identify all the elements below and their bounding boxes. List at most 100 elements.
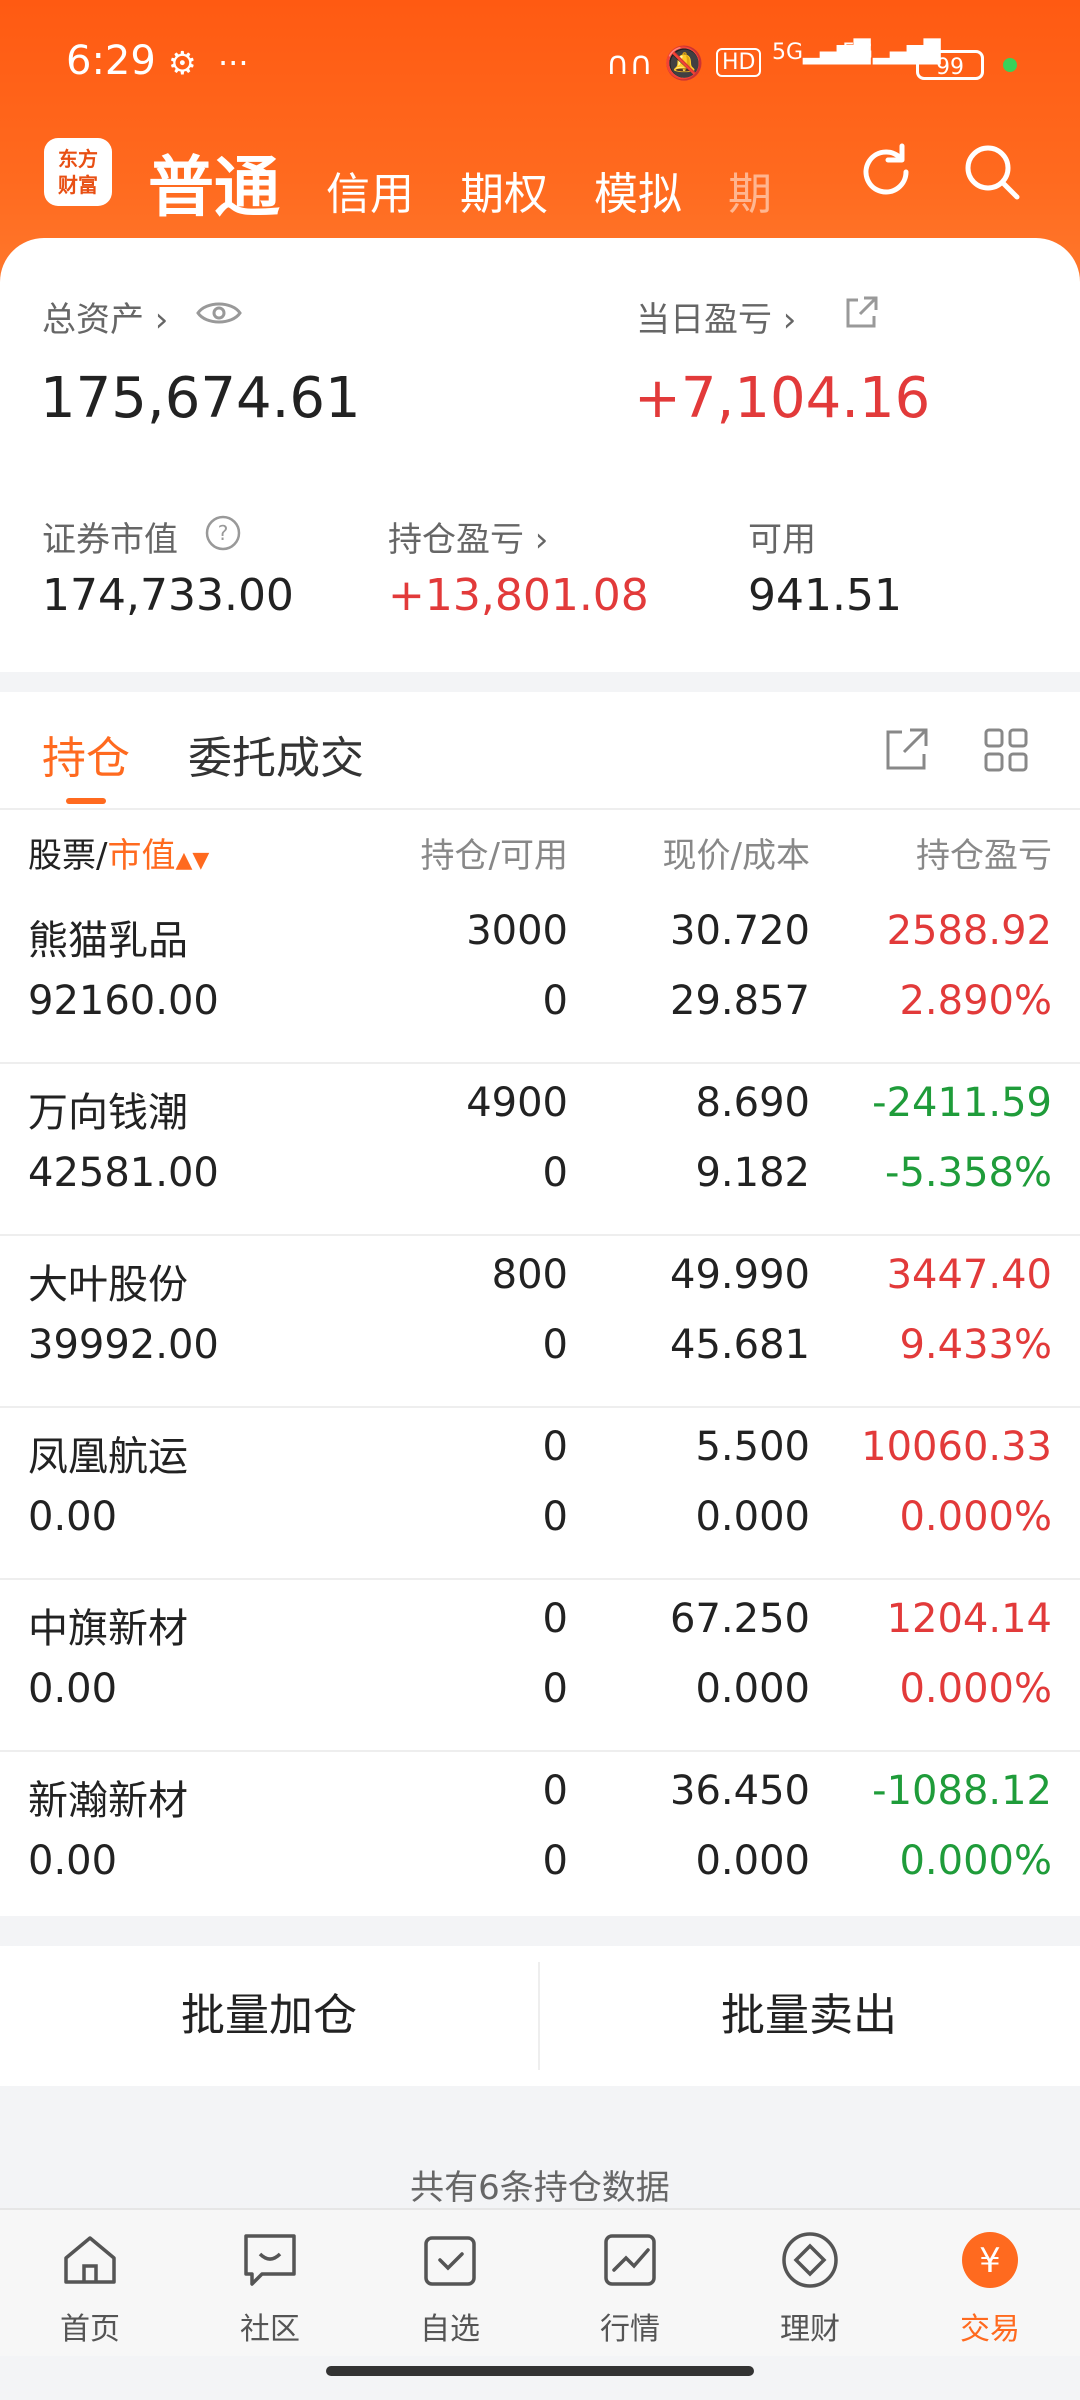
status-time: 6:29	[66, 38, 156, 84]
table-row[interactable]: 凤凰航运 0.00 0 0 5.500 0.000 10060.33 0.000%	[0, 1408, 1080, 1580]
tab-futures[interactable]: 期	[728, 158, 772, 222]
position-pnl-link[interactable]: 持仓盈亏 ›	[388, 512, 548, 561]
table-row[interactable]: 新瀚新材 0.00 0 0 36.450 0.000 -1088.12 0.000%	[0, 1752, 1080, 1922]
stock-holding: 0	[542, 1596, 568, 1642]
stock-pnl-percent: 0.000%	[899, 1494, 1052, 1540]
stock-market-value: 0.00	[28, 1838, 118, 1884]
batch-actions: 批量加仓 批量卖出	[0, 1946, 1080, 2086]
help-icon[interactable]: ?	[204, 514, 242, 552]
daily-pnl-value: +7,104.16	[634, 366, 931, 431]
stock-pnl-percent: -5.358%	[885, 1150, 1052, 1196]
stock-available: 0	[542, 1838, 568, 1884]
share-icon[interactable]	[842, 294, 880, 332]
available-value: 941.51	[748, 570, 902, 621]
watchlist-icon	[424, 2236, 476, 2286]
stock-available: 0	[542, 1666, 568, 1712]
stock-available: 0	[542, 1322, 568, 1368]
table-row[interactable]: 熊猫乳品 92160.00 3000 0 30.720 29.857 2588.92 2.89…	[0, 892, 1080, 1064]
stock-price: 5.500	[695, 1424, 810, 1470]
table-row[interactable]: 万向钱潮 42581.00 4900 0 8.690 9.182 -2411.59 -5.35…	[0, 1064, 1080, 1236]
home-icon	[64, 2236, 116, 2284]
tab-credit[interactable]: 信用	[326, 158, 414, 222]
diamond-icon	[782, 2232, 838, 2288]
stock-pnl: 10060.33	[861, 1424, 1052, 1470]
available-label: 可用	[748, 520, 816, 560]
nav-wealth[interactable]: 理财	[720, 2228, 900, 2348]
stock-cost: 0.000	[695, 1666, 810, 1712]
home-indicator[interactable]	[326, 2366, 754, 2376]
stock-pnl-percent: 2.890%	[899, 978, 1052, 1024]
stock-market-value: 42581.00	[28, 1150, 219, 1196]
stock-cost: 45.681	[670, 1322, 810, 1368]
total-assets-link[interactable]: 总资产 ›	[42, 292, 168, 341]
stock-pnl: 1204.14	[886, 1596, 1052, 1642]
trade-icon: ¥	[962, 2232, 1018, 2288]
top-nav: 东方 财富 普通 信用 期权 模拟 期	[0, 120, 1080, 240]
stock-price: 49.990	[670, 1252, 810, 1298]
app-notification-icon: ⚙	[168, 44, 197, 82]
holdings-count: 共有6条持仓数据	[410, 2168, 670, 2208]
holdings-list: 熊猫乳品 92160.00 3000 0 30.720 29.857 2588.92 2.89…	[0, 892, 1080, 1922]
stock-holding: 800	[491, 1252, 568, 1298]
stock-market-value: 0.00	[28, 1494, 118, 1540]
tab-orders[interactable]: 委托成交	[188, 722, 364, 786]
nav-watchlist[interactable]: 自选	[360, 2228, 540, 2348]
stock-pnl: 3447.40	[886, 1252, 1052, 1298]
market-value: 174,733.00	[42, 570, 294, 621]
holdings-tabs: 持仓 委托成交	[0, 692, 1080, 810]
col-pnl: 持仓盈亏	[916, 836, 1052, 876]
stock-market-value: 92160.00	[28, 978, 219, 1024]
more-notifications-icon: ···	[218, 44, 249, 82]
stock-available: 0	[542, 978, 568, 1024]
stock-pnl-percent: 0.000%	[899, 1666, 1052, 1712]
stock-price: 36.450	[670, 1768, 810, 1814]
stock-available: 0	[542, 1150, 568, 1196]
stock-name: 凤凰航运	[28, 1434, 188, 1480]
stock-name: 中旗新材	[28, 1606, 188, 1652]
stock-price: 30.720	[670, 908, 810, 954]
export-icon[interactable]	[882, 726, 930, 774]
tab-positions[interactable]: 持仓	[42, 722, 130, 786]
stock-name: 新瀚新材	[28, 1778, 188, 1824]
stock-available: 0	[542, 1494, 568, 1540]
stock-holding: 0	[542, 1424, 568, 1470]
stock-name: 万向钱潮	[28, 1090, 188, 1136]
nav-community[interactable]: 社区	[180, 2228, 360, 2348]
svg-text:?: ?	[218, 521, 229, 545]
col-holdings: 持仓/可用	[420, 836, 568, 876]
eye-icon[interactable]	[196, 298, 242, 328]
app-logo: 东方 财富	[44, 138, 112, 206]
table-row[interactable]: 大叶股份 39992.00 800 0 49.990 45.681 3447.40 9.433…	[0, 1236, 1080, 1408]
privacy-indicator	[1003, 58, 1017, 72]
daily-pnl-link[interactable]: 当日盈亏 ›	[636, 292, 796, 341]
sort-arrow-icon[interactable]: ▲▼	[175, 848, 209, 873]
stock-cost: 29.857	[670, 978, 810, 1024]
batch-add-button[interactable]: 批量加仓	[0, 1946, 538, 2086]
earbuds-icon: ∩∩	[606, 44, 653, 82]
grid-view-icon[interactable]	[982, 726, 1030, 774]
stock-market-value: 39992.00	[28, 1322, 219, 1368]
stock-holding: 4900	[466, 1080, 568, 1126]
nav-market[interactable]: 行情	[540, 2228, 720, 2348]
holdings-panel: 持仓 委托成交 股票/市值▲▼ 持仓/可用 现价/成本 持仓盈亏 熊猫乳品 921…	[0, 692, 1080, 1916]
nav-home[interactable]: 首页	[0, 2228, 180, 2348]
mute-bell-icon: 🔕	[664, 44, 704, 82]
sort-market-value[interactable]: 市值	[107, 836, 175, 876]
stock-cost: 9.182	[695, 1150, 810, 1196]
search-icon[interactable]	[960, 140, 1024, 204]
stock-pnl-percent: 0.000%	[899, 1838, 1052, 1884]
table-row[interactable]: 中旗新材 0.00 0 0 67.250 0.000 1204.14 0.000%	[0, 1580, 1080, 1752]
nav-trade[interactable]: ¥ 交易	[900, 2228, 1080, 2348]
batch-sell-button[interactable]: 批量卖出	[540, 1946, 1078, 2086]
stock-market-value: 0.00	[28, 1666, 118, 1712]
stock-pnl-percent: 9.433%	[899, 1322, 1052, 1368]
tab-options[interactable]: 期权	[460, 158, 548, 222]
chart-line-icon	[604, 2234, 656, 2286]
status-bar: 6:29 ⚙ ··· ∩∩ 🔕 HD 5G▂▄▆█ 5G▂▄▆█ 99	[0, 0, 1080, 130]
stock-holding: 0	[542, 1768, 568, 1814]
battery-icon: 99	[916, 50, 984, 80]
refresh-icon[interactable]	[854, 140, 918, 204]
stock-price: 67.250	[670, 1596, 810, 1642]
tab-simulation[interactable]: 模拟	[594, 158, 682, 222]
tab-normal[interactable]: 普通	[148, 134, 280, 230]
